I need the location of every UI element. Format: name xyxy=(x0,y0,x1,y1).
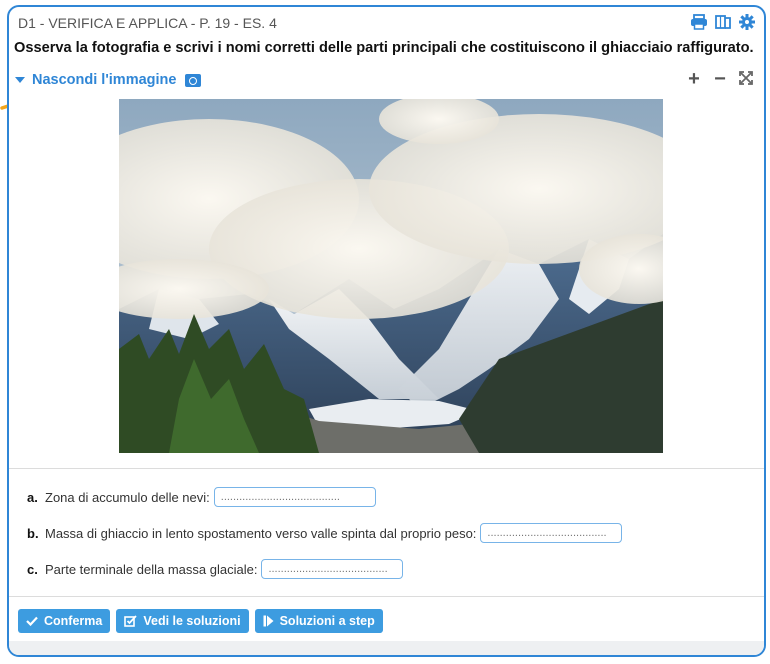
exercise-panel: D1 - VERIFICA E APPLICA - P. 19 - ES. 4 … xyxy=(7,5,766,657)
confirm-button[interactable]: Conferma xyxy=(18,609,111,633)
action-buttons: Conferma Vedi le soluzioni Soluzioni a s… xyxy=(18,609,383,633)
panel-footer xyxy=(9,641,764,655)
step-forward-icon xyxy=(263,615,274,627)
zoom-controls: + − xyxy=(686,69,754,89)
zoom-out-button[interactable]: − xyxy=(712,69,728,89)
book-icon[interactable] xyxy=(714,13,732,31)
item-text: Massa di ghiaccio in lento spostamento v… xyxy=(45,525,477,541)
item-letter: b. xyxy=(27,525,39,541)
check-icon xyxy=(26,616,38,626)
answer-item-c: c. Parte terminale della massa glaciale: xyxy=(27,559,404,579)
image-toolbar: Nascondi l'immagine + − xyxy=(15,69,764,91)
answer-input-c[interactable] xyxy=(261,559,404,579)
glacier-photo xyxy=(119,99,663,453)
zoom-in-button[interactable]: + xyxy=(686,69,702,89)
answer-item-b: b. Massa di ghiaccio in lento spostament… xyxy=(27,523,623,543)
answer-input-a[interactable] xyxy=(213,487,376,507)
step-solutions-button[interactable]: Soluzioni a step xyxy=(254,609,383,633)
camera-icon xyxy=(185,73,202,87)
item-letter: c. xyxy=(27,561,38,577)
confirm-label: Conferma xyxy=(44,614,103,628)
item-text: Parte terminale della massa glaciale: xyxy=(45,561,258,577)
expand-icon xyxy=(739,71,753,85)
answer-input-b[interactable] xyxy=(480,523,623,543)
hide-image-toggle[interactable]: Nascondi l'immagine xyxy=(15,72,202,88)
step-solutions-label: Soluzioni a step xyxy=(279,614,375,628)
header-toolbar xyxy=(690,13,756,31)
gear-icon[interactable] xyxy=(738,13,756,31)
section-divider xyxy=(9,468,764,469)
item-letter: a. xyxy=(27,489,38,505)
item-text: Zona di accumulo delle nevi: xyxy=(45,489,210,505)
fullscreen-button[interactable] xyxy=(738,69,754,89)
printer-icon[interactable] xyxy=(690,13,708,31)
answer-item-a: a. Zona di accumulo delle nevi: xyxy=(27,487,376,507)
show-solutions-button[interactable]: Vedi le soluzioni xyxy=(116,609,249,633)
section-divider xyxy=(9,596,764,597)
caret-down-icon xyxy=(15,77,25,83)
question-text: Osserva la fotografia e scrivi i nomi co… xyxy=(14,40,754,56)
hide-image-label: Nascondi l'immagine xyxy=(32,72,177,88)
checkbox-edit-icon xyxy=(124,615,138,627)
exercise-title: D1 - VERIFICA E APPLICA - P. 19 - ES. 4 xyxy=(18,15,277,31)
show-solutions-label: Vedi le soluzioni xyxy=(143,614,241,628)
exercise-header: D1 - VERIFICA E APPLICA - P. 19 - ES. 4 xyxy=(9,7,764,37)
